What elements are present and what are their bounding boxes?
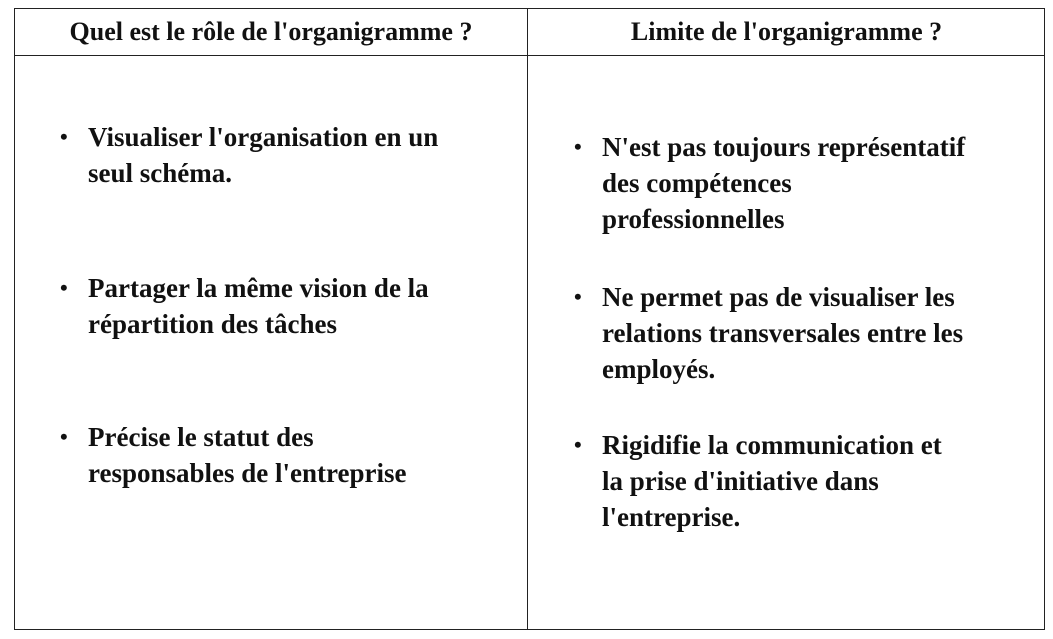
list-item-line: des compétences	[602, 168, 792, 198]
list-item-line: responsables de l'entreprise	[88, 458, 407, 488]
bullet-icon: •	[574, 432, 582, 457]
bullet-icon: •	[60, 424, 68, 449]
list-item-line: Ne permet pas de visualiser les	[602, 282, 955, 312]
left-list-item: • Précise le statut des responsables de …	[60, 419, 520, 491]
bullet-icon: •	[60, 124, 68, 149]
column-divider	[527, 9, 528, 629]
list-item-line: Partager la même vision de la	[88, 273, 429, 303]
left-list-item: • Partager la même vision de la répartit…	[60, 270, 520, 342]
list-item-line: Précise le statut des	[88, 422, 314, 452]
list-item-line: l'entreprise.	[602, 502, 741, 532]
list-item-line: Rigidifie la communication et	[602, 430, 942, 460]
list-item-line: répartition des tâches	[88, 309, 337, 339]
list-item-line: Visualiser l'organisation en un	[88, 122, 439, 152]
right-list-item: • Ne permet pas de visualiser les relati…	[574, 279, 1044, 387]
left-list-item: • Visualiser l'organisation en un seul s…	[60, 119, 520, 191]
bullet-icon: •	[60, 275, 68, 300]
list-item-line: relations transversales entre les	[602, 318, 964, 348]
bullet-icon: •	[574, 134, 582, 159]
left-column-header: Quel est le rôle de l'organigramme ?	[69, 17, 473, 46]
bullet-icon: •	[574, 284, 582, 309]
header-divider	[15, 55, 1044, 56]
right-column-header: Limite de l'organigramme ?	[630, 17, 943, 46]
right-list-item: • N'est pas toujours représentatif des c…	[574, 129, 1044, 237]
right-list-item: • Rigidifie la communication et la prise…	[574, 427, 1044, 535]
list-item-line: N'est pas toujours représentatif	[602, 132, 966, 162]
list-item-line: la prise d'initiative dans	[602, 466, 879, 496]
list-item-line: professionnelles	[602, 204, 785, 234]
list-item-line: employés.	[602, 354, 716, 384]
list-item-line: seul schéma.	[88, 158, 232, 188]
